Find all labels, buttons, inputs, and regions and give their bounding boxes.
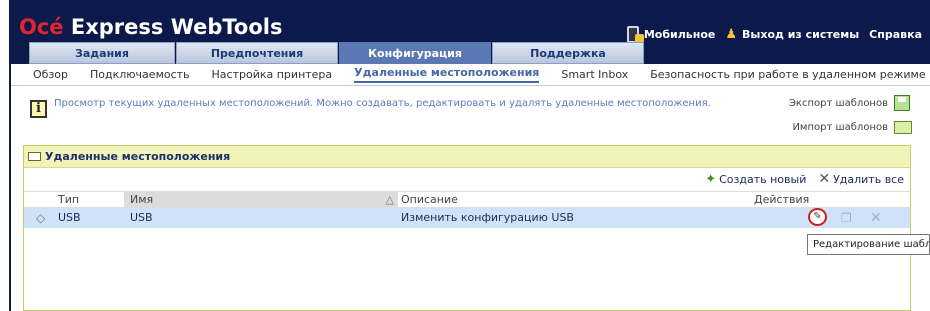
tag-icon: ◇ [36,211,46,225]
remote-locations-panel: Удаленные местоположения ✦ Создать новый… [23,145,911,311]
user-icon: ♟ [725,27,738,42]
subnav-printer-setup[interactable]: Настройка принтера [212,68,333,81]
create-new-button[interactable]: ✦ Создать новый [705,172,806,187]
help-link[interactable]: Справка [869,28,922,41]
table-header: Тип Имя △ Описание Действия [24,191,910,208]
tab-preferences[interactable]: Предпочтения [176,42,338,64]
app-logo: Océ Express WebTools [19,15,283,39]
panel-header: Удаленные местоположения [24,146,910,168]
column-header-actions: Действия [754,193,810,206]
copy-icon[interactable]: ❐ [841,208,852,228]
cell-name: USB [130,211,153,224]
folder-icon [894,121,912,134]
column-header-name[interactable]: Имя △ [124,192,398,207]
top-links: Мобильное ♟ Выход из системы Справка [626,26,922,43]
subnav-remote-locations[interactable]: Удаленные местоположения [354,66,540,83]
cell-description: Изменить конфигурацию USB [401,211,574,224]
floppy-icon [894,95,910,111]
column-header-description[interactable]: Описание [401,192,458,207]
subnav-connectivity[interactable]: Подключаемость [90,68,190,81]
delete-icon[interactable]: ✕ [870,208,882,228]
folder-open-icon [28,152,41,161]
edit-pencil-icon[interactable]: ✎ [808,208,827,226]
export-templates-link[interactable]: Экспорт шаблонов [789,95,910,111]
panel-toolbar: ✦ Создать новый ✕ Удалить все [24,168,910,190]
sub-navigation: Обзор Подключаемость Настройка принтера … [11,64,930,86]
close-icon: ✕ [818,171,831,187]
edit-tooltip: Редактирование шаблона [807,234,930,255]
delete-all-button[interactable]: ✕ Удалить все [818,171,904,187]
column-header-type[interactable]: Тип [58,192,79,207]
main-tabs: Задания Предпочтения Конфигурация Поддер… [29,42,645,64]
table-row[interactable]: ◇ USB USB Изменить конфигурацию USB ✎ ❐ … [24,208,910,228]
tab-support[interactable]: Поддержка [492,42,644,64]
import-templates-link[interactable]: Импорт шаблонов [792,121,912,134]
mobile-link[interactable]: Мобильное [626,26,715,43]
subnav-remote-security[interactable]: Безопасность при работе в удаленном режи… [650,68,925,81]
mobile-icon [626,26,644,43]
top-bar: Océ Express WebTools Мобильное ♟ Выход и… [9,0,930,64]
tab-configuration[interactable]: Конфигурация [339,42,491,64]
sort-ascending-icon: △ [385,193,394,206]
panel-title: Удаленные местоположения [45,150,231,163]
wand-icon: ✦ [705,171,717,187]
subnav-overview[interactable]: Обзор [33,68,68,81]
info-text: Просмотр текущих удаленных местоположени… [54,98,711,109]
subnav-smart-inbox[interactable]: Smart Inbox [561,68,628,81]
cell-type: USB [58,211,81,224]
logout-link[interactable]: ♟ Выход из системы [725,27,859,42]
tab-jobs[interactable]: Задания [29,42,175,64]
info-icon: i [30,100,47,118]
